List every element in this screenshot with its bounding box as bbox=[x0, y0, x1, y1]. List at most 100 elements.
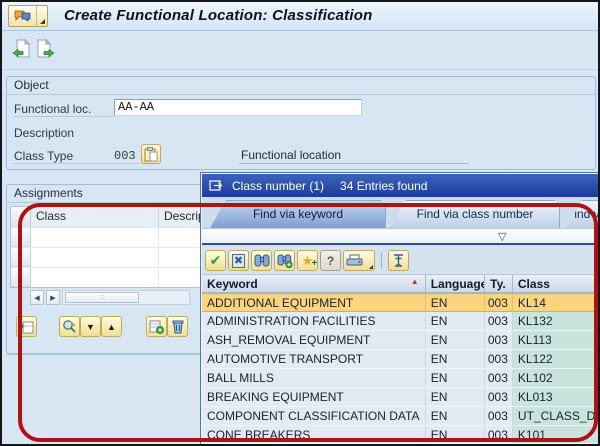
add-row-icon bbox=[149, 320, 164, 334]
row-selector[interactable] bbox=[11, 228, 31, 247]
language-cell: EN bbox=[426, 350, 486, 368]
select-all-cell[interactable] bbox=[11, 207, 31, 227]
result-row[interactable]: ASH_REMOVAL EQUIPMENT EN 003 KL113 bbox=[202, 331, 598, 350]
result-row[interactable]: CONE BREAKERS EN 003 K101 bbox=[202, 426, 598, 443]
dialog-toolbar: ✔ ✖ ★ + ? bbox=[202, 247, 598, 274]
class-number-dialog: Class number (1) 34 Entries found Find v… bbox=[200, 172, 598, 444]
print-dropdown-arrow[interactable] bbox=[369, 265, 373, 269]
tab-find-via[interactable]: Find via bbox=[566, 200, 598, 228]
accept-button[interactable]: ✔ bbox=[205, 250, 226, 271]
result-row[interactable]: ADMINISTRATION FACILITIES EN 003 KL132 bbox=[202, 312, 598, 331]
scroll-left-button[interactable]: ◀ bbox=[30, 290, 44, 305]
restrictions-strip[interactable]: ▽ bbox=[202, 228, 598, 245]
clipboard-icon bbox=[144, 146, 158, 161]
type-cell: 003 bbox=[485, 407, 513, 425]
class-cell[interactable] bbox=[31, 248, 159, 267]
functional-loc-input[interactable]: AA-AA bbox=[114, 99, 362, 116]
keyword-cell: BALL MILLS bbox=[202, 369, 426, 387]
detail-view-button[interactable] bbox=[59, 316, 80, 337]
type-cell: 003 bbox=[485, 369, 513, 387]
assignments-hscrollbar: ◀ ▶ ::: bbox=[30, 290, 190, 305]
language-cell: EN bbox=[426, 331, 486, 349]
class-type-value[interactable]: 003 bbox=[114, 149, 140, 164]
object-group-title: Object bbox=[7, 77, 595, 95]
dialog-titlebar[interactable]: Class number (1) 34 Entries found bbox=[202, 174, 598, 197]
keyword-cell: ADDITIONAL EQUIPMENT bbox=[202, 294, 426, 311]
delete-row-button[interactable] bbox=[167, 316, 188, 337]
scrollbar-track[interactable]: ::: bbox=[62, 290, 190, 305]
dialog-entries-count: 34 Entries found bbox=[340, 178, 428, 193]
move-down-icon: ▼ bbox=[86, 321, 95, 332]
sap-window: Create Functional Location: Classificati… bbox=[0, 0, 600, 446]
magnifier-pencil-icon bbox=[63, 320, 76, 333]
language-cell: EN bbox=[426, 294, 486, 311]
result-row[interactable]: AUTOMOTIVE TRANSPORT EN 003 KL122 bbox=[202, 350, 598, 369]
tab-find-via-keyword[interactable]: Find via keyword bbox=[210, 200, 386, 228]
class-cell: UT_CLASS_DA bbox=[512, 407, 598, 425]
move-down-button[interactable]: ▼ bbox=[80, 316, 101, 337]
exit-icon[interactable] bbox=[36, 39, 55, 58]
clipboard-button[interactable] bbox=[141, 144, 161, 164]
sort-ascending-icon[interactable]: ▲ bbox=[411, 277, 419, 286]
toolbar-spacer bbox=[122, 316, 146, 337]
scroll-right-button[interactable]: ▶ bbox=[46, 290, 60, 305]
collapse-icon[interactable]: ▽ bbox=[498, 230, 506, 243]
type-cell: 003 bbox=[485, 294, 513, 311]
services-menu-button[interactable] bbox=[8, 5, 48, 27]
type-cell: 003 bbox=[485, 426, 513, 443]
row-selector[interactable] bbox=[11, 248, 31, 267]
class-type-label: Class Type bbox=[14, 149, 114, 164]
keyword-cell: BREAKING EQUIPMENT bbox=[202, 388, 426, 406]
result-row[interactable]: BREAKING EQUIPMENT EN 003 KL013 bbox=[202, 388, 598, 407]
print-button[interactable] bbox=[343, 250, 375, 271]
class-cell: KL013 bbox=[512, 388, 598, 406]
find-button[interactable] bbox=[251, 250, 272, 271]
dialog-title: Class number (1) bbox=[232, 178, 325, 193]
tab-find-via-class-number[interactable]: Find via class number bbox=[390, 200, 560, 228]
language-cell: EN bbox=[426, 369, 486, 387]
type-column-header[interactable]: Ty. bbox=[485, 275, 513, 292]
class-cell: KL132 bbox=[512, 312, 598, 330]
object-group: Object Functional loc. AA-AA Description… bbox=[6, 76, 596, 170]
keyword-column-header[interactable]: Keyword ▲ bbox=[202, 275, 426, 292]
printer-icon bbox=[346, 254, 363, 265]
type-cell: 003 bbox=[485, 388, 513, 406]
find-next-button[interactable] bbox=[274, 250, 295, 271]
binoculars-icon bbox=[254, 254, 269, 267]
result-row[interactable]: BALL MILLS EN 003 KL102 bbox=[202, 369, 598, 388]
type-cell: 003 bbox=[485, 350, 513, 368]
keyword-cell: COMPONENT CLASSIFICATION DATA bbox=[202, 407, 426, 425]
description-label: Description bbox=[14, 126, 75, 140]
row-selector[interactable] bbox=[11, 268, 31, 287]
add-to-favorites-button[interactable]: ★ + bbox=[297, 250, 318, 271]
toolbar-spacer bbox=[37, 316, 59, 337]
scroll-left-icon: ◀ bbox=[34, 294, 40, 302]
class-column-header[interactable]: Class bbox=[513, 275, 598, 292]
class-cell[interactable] bbox=[31, 268, 159, 287]
functional-loc-label: Functional loc. bbox=[14, 102, 114, 117]
add-row-button[interactable] bbox=[146, 316, 167, 337]
scrollbar-thumb[interactable]: ::: bbox=[65, 292, 139, 303]
back-icon[interactable] bbox=[12, 39, 31, 58]
trash-icon bbox=[172, 320, 183, 334]
keyword-cell: CONE BREAKERS bbox=[202, 426, 426, 443]
window-titlebar: Create Functional Location: Classificati… bbox=[2, 2, 598, 31]
hold-list-button[interactable] bbox=[388, 250, 409, 271]
move-up-button[interactable]: ▲ bbox=[101, 316, 122, 337]
language-column-header[interactable]: Language bbox=[426, 275, 486, 292]
type-cell: 003 bbox=[485, 331, 513, 349]
menu-dropdown-arrow[interactable] bbox=[36, 6, 47, 26]
result-row[interactable]: COMPONENT CLASSIFICATION DATA EN 003 UT_CLA… bbox=[202, 407, 598, 426]
result-row[interactable]: ADDITIONAL EQUIPMENT EN 003 KL14 bbox=[202, 293, 598, 312]
restrict-values-icon bbox=[209, 180, 223, 191]
cancel-button[interactable]: ✖ bbox=[228, 250, 249, 271]
class-cell: KL102 bbox=[512, 369, 598, 387]
class-cell[interactable] bbox=[31, 228, 159, 247]
pin-icon bbox=[394, 253, 403, 267]
help-button[interactable]: ? bbox=[320, 250, 341, 271]
assignments-toolbar: ▼ ▲ bbox=[16, 316, 223, 337]
class-column-header[interactable]: Class bbox=[31, 207, 159, 227]
keyword-cell: ADMINISTRATION FACILITIES bbox=[202, 312, 426, 330]
insert-reference-button[interactable] bbox=[16, 316, 37, 337]
scroll-right-icon: ▶ bbox=[50, 294, 56, 302]
